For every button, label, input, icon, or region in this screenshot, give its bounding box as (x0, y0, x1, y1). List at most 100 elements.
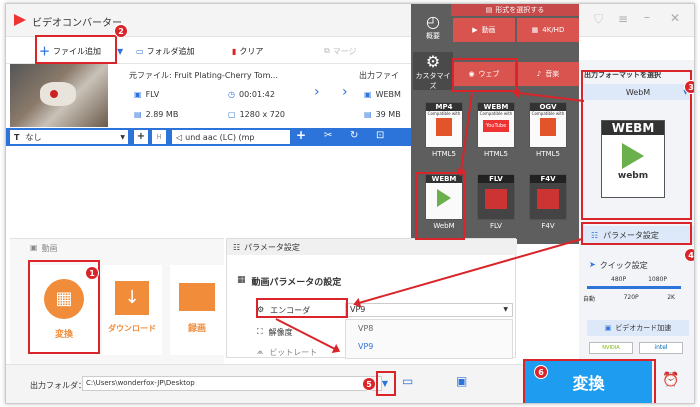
tool-record[interactable]: 録画 (170, 265, 224, 355)
step-badge-3: 3 (684, 80, 694, 94)
encoder-select[interactable]: VP9 ▼ (345, 303, 513, 317)
format-webm-html5[interactable]: WEBM Compatible with YouTube HTML5 (471, 102, 521, 162)
cart-icon[interactable]: ⛉ (594, 12, 603, 27)
mp4-icon: MP4 Compatible with (425, 102, 463, 148)
step-badge-6: 6 (534, 365, 548, 379)
merge-icon: ⧉ (324, 46, 330, 55)
text-icon: T (14, 132, 20, 142)
quality-bottom-labels: 自動 720P 2K (583, 294, 675, 303)
subtitle-select[interactable]: T なし ▼ (10, 130, 128, 144)
option-vp8[interactable]: VP8 (346, 320, 512, 338)
dialog-titlebar: ☷ パラメータ設定 (227, 239, 517, 255)
audio-select[interactable]: ◁ und aac (LC) (mp (172, 130, 290, 144)
merge-button[interactable]: ⧉ マージ (324, 44, 357, 58)
add-folder-button[interactable]: ▭ フォルダ追加 (136, 44, 195, 58)
tool-download[interactable]: ↓ ダウンロード (102, 265, 162, 355)
title-bar: ビデオコンバーター ⛉ ≡ – ✕ (6, 4, 694, 37)
rotate-icon[interactable]: ↻ (350, 130, 358, 141)
crop-icon[interactable]: ⊡ (376, 130, 384, 141)
category-overview[interactable]: ◴ 概要 (413, 12, 453, 50)
category-music[interactable]: ♪ 音楽 (517, 62, 579, 86)
chevron-down-icon: ▼ (120, 133, 125, 141)
film-icon: ▣ (134, 90, 142, 99)
step-badge-4: 4 (684, 248, 694, 262)
webm-youtube-icon: WEBM Compatible with YouTube (477, 102, 515, 148)
output-size: ▤ 39 MB (364, 110, 401, 119)
highlight-encoder (256, 298, 348, 318)
chevron-right-icon: › (342, 84, 348, 100)
clear-label: クリア (239, 46, 264, 56)
play-icon: ▶ (472, 26, 478, 34)
gpu-accel-button[interactable]: ▣ ビデオカード加速 (587, 320, 689, 336)
format-panel-header: ▤ 形式を選択する (451, 4, 579, 16)
alarm-clock-icon[interactable]: ⏰ (662, 372, 679, 388)
intel-badge: intel (639, 342, 683, 354)
output-folder-label: 出力フォルダ： (30, 381, 86, 390)
quality-top-labels: 480P 1080P (611, 276, 667, 283)
resolution-icon: ▢ (228, 110, 236, 119)
4k-icon: ▦ (531, 26, 539, 34)
bitrate-label: ⩕ ビットレート (257, 347, 318, 357)
gpu-icon: ▣ (604, 324, 612, 332)
source-format: ▣ FLV (134, 90, 160, 99)
tools-tab: ▣ 動画 (30, 243, 58, 253)
speed-icon: ➤ (589, 260, 596, 269)
hardsub-button[interactable]: H (152, 130, 166, 144)
clock-icon: ◴ (426, 12, 440, 31)
app-logo-icon (14, 14, 26, 26)
bottom-bar: 出力フォルダ： C:\Users\wonderfox-JP\Desktop ▼ … (6, 364, 579, 403)
format-f4v[interactable]: F4V F4V (523, 174, 573, 234)
step-badge-1: 1 (85, 266, 99, 280)
sliders-icon: ☷ (233, 242, 241, 252)
format-ogv-html5[interactable]: OGV Compatible with HTML5 (523, 102, 573, 162)
flv-icon: FLV (477, 174, 515, 220)
resolution-icon: ⛶ (257, 327, 263, 336)
bitrate-icon: ⩕ (257, 347, 264, 356)
trash-icon: ▮ (232, 46, 237, 56)
source-duration: ◷ 00:01:42 (228, 90, 275, 99)
file-icon: ▤ (134, 110, 142, 119)
highlight-webm-format (415, 172, 465, 240)
add-subtitle-button[interactable]: + (134, 130, 148, 144)
format-flv[interactable]: FLV FLV (471, 174, 521, 234)
folder-import-icon[interactable]: ▣ (456, 374, 467, 388)
open-folder-icon[interactable]: ▭ (402, 374, 413, 388)
category-video[interactable]: ▶ 動画 (453, 18, 515, 42)
list-icon: ▤ (485, 6, 493, 14)
video-settings-icon: ▦ (237, 275, 246, 285)
app-window: ビデオコンバーター ⛉ ≡ – ✕ ＋ ファイル追加 ▼ ▭ フォルダ追加 ▮ … (5, 3, 695, 404)
quality-slider[interactable] (587, 286, 681, 289)
folder-plus-icon: ▭ (136, 46, 144, 56)
highlight-parameter-button (581, 222, 692, 245)
add-folder-label: フォルダ追加 (146, 46, 195, 56)
quick-setting-label: ➤ クイック設定 (589, 260, 648, 270)
app-title: ビデオコンバーター (32, 18, 122, 29)
output-folder-path[interactable]: C:\Users\wonderfox-JP\Desktop (82, 376, 382, 391)
source-size: ▤ 2.89 MB (134, 110, 179, 119)
menu-icon[interactable]: ≡ (618, 12, 628, 26)
f4v-icon: F4V (529, 174, 567, 220)
clear-button[interactable]: ▮ クリア (232, 44, 263, 58)
source-resolution: ▢ 1280 x 720 (228, 110, 286, 119)
clock-icon: ◷ (228, 90, 235, 99)
output-label: 出力ファイ (359, 71, 399, 80)
option-vp9[interactable]: VP9 (346, 338, 512, 356)
highlight-add-file (35, 35, 117, 64)
chevron-right-icon: › (314, 84, 320, 100)
chevron-down-icon: ▼ (503, 306, 508, 313)
highlight-output-format (581, 70, 692, 220)
resolution-label: ⛶ 解像度 (257, 327, 293, 337)
speaker-icon: ◁ (176, 132, 183, 142)
category-4k[interactable]: ▦ 4K/HD (517, 18, 579, 42)
add-audio-button[interactable]: + (296, 128, 306, 142)
ogv-icon: OGV Compatible with (529, 102, 567, 148)
cut-icon[interactable]: ✂ (324, 130, 332, 141)
category-customize[interactable]: ⚙ カスタマイズ (413, 52, 453, 90)
close-icon[interactable]: ✕ (670, 11, 680, 25)
minimize-icon[interactable]: – (644, 10, 650, 24)
add-file-dropdown[interactable]: ▼ (117, 44, 123, 58)
highlight-folder-dropdown (376, 371, 396, 396)
video-thumbnail[interactable] (10, 64, 108, 127)
source-filename: 元ファイル: Fruit Plating-Cherry Tom... (129, 71, 278, 80)
encoder-options: VP8 VP9 (345, 319, 513, 359)
